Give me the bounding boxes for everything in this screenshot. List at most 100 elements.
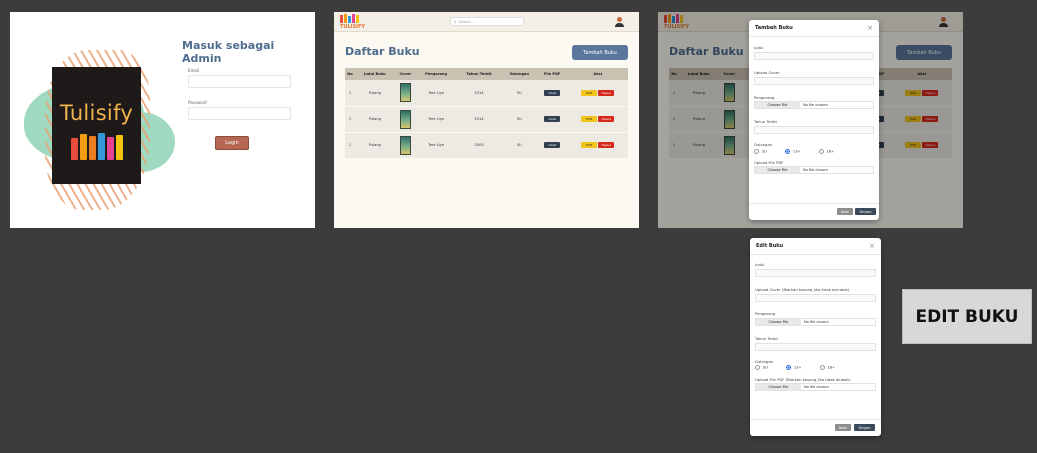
view-pdf-button[interactable]: Lihat: [544, 116, 561, 122]
radio-option-18[interactable]: 18+: [818, 149, 834, 154]
close-icon[interactable]: ×: [869, 242, 875, 250]
top-bar: TULISIFY ⚲ Search...: [334, 12, 639, 32]
section-caption: EDIT BUKU: [902, 289, 1032, 344]
modal-header: Edit Buku ×: [750, 238, 881, 255]
cell-actions: Edit Hapus: [567, 132, 628, 159]
cover-upload-field[interactable]: [754, 77, 874, 85]
modal-footer: Batal Simpan: [749, 203, 879, 220]
cell-title: Pulang: [355, 132, 395, 159]
cell-author: Tere Liye: [416, 132, 457, 159]
cell-year: 2014: [456, 80, 502, 107]
cell-cover: [394, 132, 417, 159]
cover-image: [399, 135, 411, 155]
author-label: Pengarang: [754, 95, 775, 100]
category-radio-group[interactable]: SU 13+ 18+: [754, 149, 834, 154]
modal-title: Tambah Buku: [755, 25, 793, 31]
cancel-button[interactable]: Batal: [837, 208, 853, 215]
cell-pdf: Lihat: [536, 132, 568, 159]
edit-button[interactable]: Edit: [581, 89, 598, 96]
choose-file-button[interactable]: Choose File: [756, 384, 801, 390]
cell-category: SU: [501, 132, 537, 159]
title-field[interactable]: [754, 52, 874, 60]
table-row: 1Pulang Tere Liye2003SU Lihat Edit Hapus: [345, 132, 628, 159]
cell-no: 1: [345, 106, 355, 133]
choose-file-button[interactable]: Choose File: [755, 102, 800, 108]
cell-year: 2003: [456, 132, 502, 159]
close-icon[interactable]: ×: [867, 24, 873, 32]
logo-wordmark: TULISIFY: [340, 24, 366, 30]
cell-category: SU: [501, 106, 537, 133]
column-header: Aksi: [567, 68, 628, 80]
cell-year: 2014: [456, 106, 502, 133]
book-list-screen: TULISIFY ⚲ Search... Daftar Buku Tambah …: [334, 12, 639, 228]
table-row: 1Pulang Tere Liye2014SU Lihat Edit Hapus: [345, 106, 628, 133]
file-status: No file chosen: [804, 320, 829, 324]
login-button[interactable]: Login: [215, 136, 249, 150]
radio-option-18[interactable]: 18+: [819, 365, 835, 370]
view-pdf-button[interactable]: Lihat: [544, 142, 561, 148]
author-label: Pengarang: [755, 311, 776, 316]
book-spine: [79, 134, 87, 160]
file-status: No file chosen: [803, 103, 828, 107]
title-field[interactable]: [755, 269, 876, 277]
app-logo[interactable]: TULISIFY: [340, 14, 366, 30]
password-field[interactable]: [188, 107, 291, 120]
category-label: Golongan: [754, 142, 773, 147]
title-label: Judul: [754, 45, 764, 50]
radio-option-13[interactable]: 13+: [784, 149, 801, 154]
category-radio-group[interactable]: SU 13+ 18+: [755, 365, 835, 370]
choose-file-button[interactable]: Choose File: [756, 319, 801, 325]
add-book-modal: Tambah Buku × Judul Upload Cover Pengara…: [749, 20, 879, 220]
modal-header: Tambah Buku ×: [749, 20, 879, 37]
search-input[interactable]: ⚲ Search...: [450, 17, 524, 26]
cell-pdf: Lihat: [536, 80, 568, 107]
books-icon: [340, 14, 366, 23]
year-field[interactable]: [754, 126, 874, 134]
file-status: No file chosen: [803, 168, 828, 172]
cover-upload-field[interactable]: [755, 294, 876, 302]
view-pdf-button[interactable]: Lihat: [544, 89, 561, 96]
add-book-button[interactable]: Tambah Buku: [572, 45, 628, 60]
column-header: Tahun Terbit: [456, 68, 502, 80]
radio-option-su[interactable]: SU: [755, 365, 768, 370]
table-row: 1Pulang Tere Liye2014SU Lihat Edit Hapus: [345, 80, 628, 107]
cell-category: SU: [501, 80, 537, 107]
column-header: File PDF: [536, 68, 568, 80]
title-label: Judul: [755, 262, 765, 267]
choose-file-button[interactable]: Choose File: [755, 167, 800, 173]
email-field[interactable]: [188, 75, 291, 88]
column-header: No: [345, 68, 355, 80]
cancel-button[interactable]: Batal: [835, 424, 851, 431]
user-avatar-icon[interactable]: [615, 17, 624, 27]
delete-button[interactable]: Hapus: [598, 142, 615, 148]
radio-option-13[interactable]: 13+: [785, 365, 802, 370]
search-placeholder: Search...: [458, 19, 474, 24]
cell-author: Tere Liye: [416, 80, 457, 107]
radio-option-su[interactable]: SU: [754, 149, 767, 154]
book-spine: [70, 138, 78, 160]
brand-logo-text: Tulisify: [59, 101, 134, 125]
delete-button[interactable]: Hapus: [598, 116, 615, 122]
book-table: NoJudul BukuCoverPengarangTahun TerbitGo…: [345, 68, 628, 159]
cell-pdf: Lihat: [536, 106, 568, 133]
book-spine: [115, 135, 123, 160]
modal-footer: Batal Simpan: [750, 419, 881, 436]
pdf-file-picker[interactable]: Choose File No file chosen: [755, 383, 876, 391]
year-field[interactable]: [755, 343, 876, 351]
brand-illustration: Tulisify: [52, 67, 141, 184]
pdf-file-picker[interactable]: Choose File No file chosen: [754, 166, 874, 174]
file-picker[interactable]: Choose File No file chosen: [754, 101, 874, 109]
column-header: Golongan: [501, 68, 537, 80]
edit-button[interactable]: Edit: [581, 142, 598, 148]
cell-title: Pulang: [355, 106, 395, 133]
column-header: Judul Buku: [355, 68, 395, 80]
save-button[interactable]: Simpan: [854, 424, 875, 431]
save-button[interactable]: Simpan: [855, 208, 876, 215]
add-book-screen: TULISIFY Daftar Buku Tambah Buku No Judul…: [658, 12, 963, 228]
file-picker[interactable]: Choose File No file chosen: [755, 318, 876, 326]
edit-button[interactable]: Edit: [581, 116, 598, 122]
file-status: No file chosen: [804, 385, 829, 389]
email-label: Email: [188, 68, 200, 73]
delete-button[interactable]: Hapus: [598, 89, 615, 96]
cell-no: 1: [345, 132, 355, 159]
